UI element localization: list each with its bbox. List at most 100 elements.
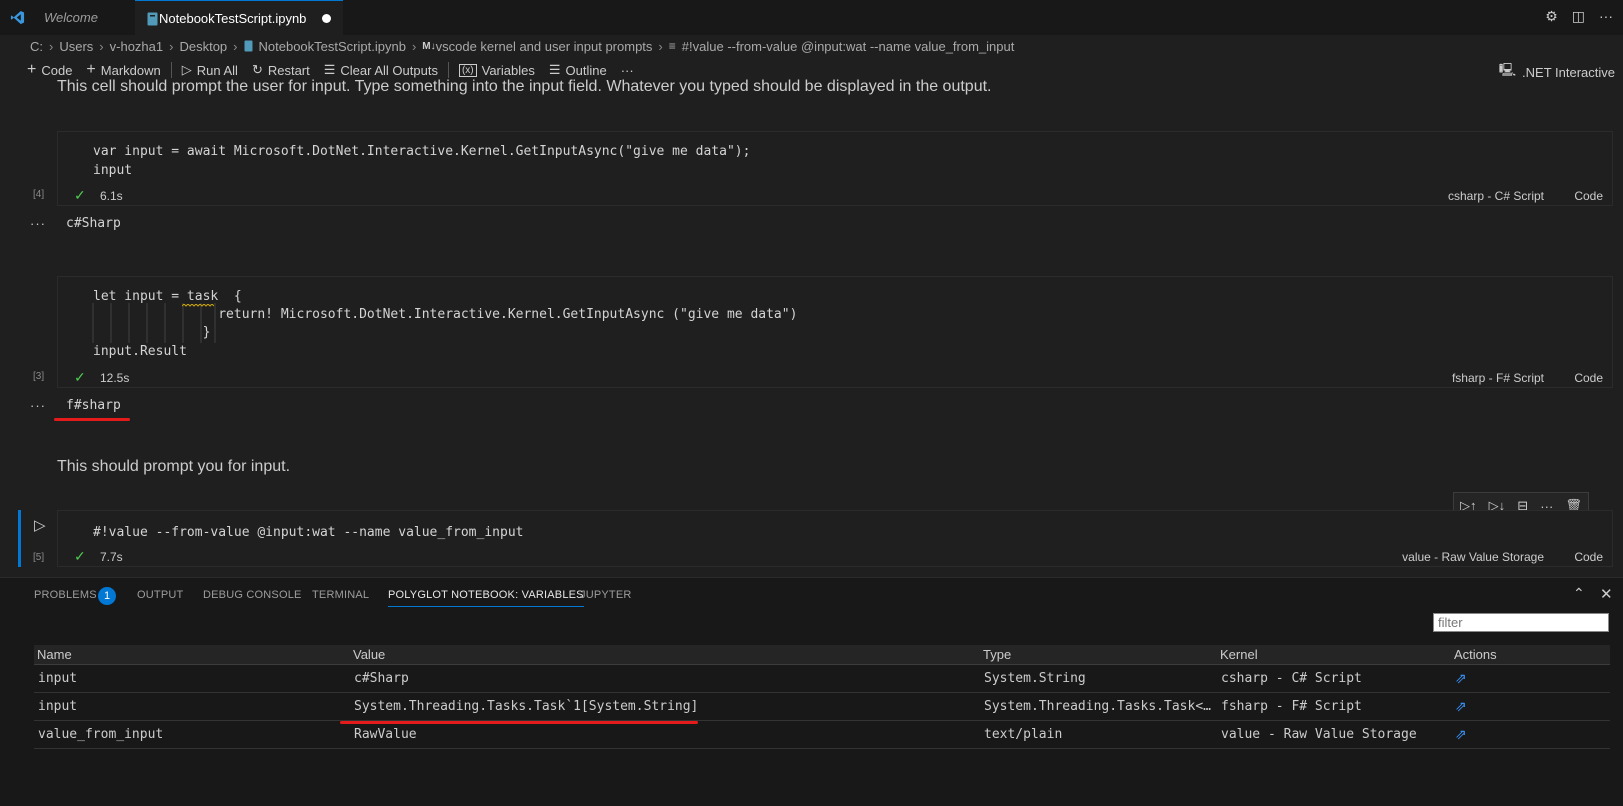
filter-input[interactable] (1433, 613, 1609, 632)
column-header-value[interactable]: Value (350, 645, 980, 665)
code-line[interactable]: input (93, 163, 132, 178)
kernel-picker[interactable]: 🖳 .NET Interactive (1499, 61, 1615, 83)
breadcrumb-item[interactable]: Users (59, 39, 93, 54)
column-header-name[interactable]: Name (34, 645, 350, 665)
run-all-label: Run All (196, 62, 238, 78)
code-cell-csharp[interactable]: var input = await Microsoft.DotNet.Inter… (57, 131, 1613, 206)
tab-jupyter[interactable]: JUPYTER (580, 589, 632, 601)
success-check-icon: ✓ (74, 187, 86, 203)
plus-icon: + (27, 61, 37, 78)
warning-squiggle (182, 304, 214, 307)
tab-output[interactable]: OUTPUT (137, 589, 183, 601)
variable-type: System.String (980, 664, 1217, 693)
plus-icon: + (86, 61, 96, 78)
execution-time: 7.7s (100, 550, 123, 564)
variable-name: value_from_input (34, 720, 350, 749)
code-cell-fsharp[interactable]: let input = task { return! Microsoft.Dot… (57, 276, 1613, 388)
variable-kernel: csharp - C# Script (1217, 664, 1451, 693)
success-check-icon: ✓ (74, 369, 86, 385)
clear-outputs-label: Clear All Outputs (340, 62, 438, 78)
breadcrumb-item[interactable]: C: (30, 39, 43, 54)
more-actions-icon[interactable]: ··· (1599, 8, 1613, 25)
tab-problems[interactable]: PROBLEMS (34, 589, 97, 601)
share-value-icon[interactable]: ⇗ (1455, 698, 1467, 714)
split-editor-icon[interactable]: ◫ (1572, 8, 1585, 25)
variable-type: System.Threading.Tasks.Task<... (980, 692, 1217, 721)
share-value-icon[interactable]: ⇗ (1455, 726, 1467, 742)
add-code-label: Code (41, 62, 73, 78)
tab-notebook[interactable]: NotebookTestScript.ipynb (135, 0, 343, 35)
maximize-panel-icon[interactable]: ⌃ (1573, 585, 1585, 602)
settings-gear-icon[interactable]: ⚙ (1545, 8, 1558, 25)
indent-guides (92, 303, 216, 343)
vscode-logo-icon (10, 10, 25, 25)
cell-type-label[interactable]: Code (1574, 371, 1603, 385)
markdown-icon: M↓ (422, 40, 436, 52)
column-header-kernel[interactable]: Kernel (1217, 645, 1451, 665)
tab-debug-console[interactable]: DEBUG CONSOLE (203, 589, 302, 601)
editor-actions: ⚙ ◫ ··· (1545, 8, 1613, 25)
editor-tab-bar: Welcome NotebookTestScript.ipynb ⚙ ◫ ··· (0, 0, 1623, 35)
variables-label: Variables (481, 62, 535, 78)
code-cell-value[interactable]: #!value --from-value @input:wat --name v… (57, 510, 1613, 567)
output-more-icon[interactable]: ··· (30, 398, 46, 413)
add-code-cell-button[interactable]: + Code (20, 61, 79, 79)
code-line[interactable]: #!value --from-value @input:wat --name v… (93, 525, 523, 540)
table-row: input c#Sharp System.String csharp - C# … (34, 664, 1610, 693)
add-markdown-cell-button[interactable]: + Markdown (79, 61, 167, 79)
tab-welcome[interactable]: Welcome (0, 0, 134, 35)
run-all-icon: ▷ (181, 62, 192, 77)
table-row: input System.Threading.Tasks.Task`1[Syst… (34, 692, 1610, 721)
notebook-file-icon (244, 40, 253, 52)
breadcrumb-item[interactable]: vscode kernel and user input prompts (436, 39, 653, 54)
run-all-button[interactable]: ▷ Run All (175, 62, 245, 78)
breadcrumb-item[interactable]: Desktop (179, 39, 227, 54)
bottom-panel: PROBLEMS 1 OUTPUT DEBUG CONSOLE TERMINAL… (0, 577, 1623, 806)
table-header-row: Name Value Type Kernel Actions (34, 645, 1610, 665)
code-line[interactable]: input.Result (93, 344, 187, 359)
unsaved-dot-icon[interactable] (322, 14, 331, 23)
run-cell-icon[interactable]: ▷ (34, 516, 46, 534)
cell-output: f#sharp (66, 398, 121, 413)
breadcrumb-item[interactable]: NotebookTestScript.ipynb (259, 39, 406, 54)
share-value-icon[interactable]: ⇗ (1455, 670, 1467, 686)
column-header-type[interactable]: Type (980, 645, 1217, 665)
tab-terminal[interactable]: TERMINAL (312, 589, 369, 601)
variable-value: System.Threading.Tasks.Task`1[System.Str… (350, 692, 980, 721)
markdown-cell-text: This should prompt you for input. (57, 458, 291, 475)
close-panel-icon[interactable]: ✕ (1600, 585, 1613, 603)
execution-time: 12.5s (100, 371, 130, 385)
focus-indicator (18, 510, 21, 567)
chevron-right-icon: › (658, 38, 663, 54)
cell-type-label[interactable]: Code (1574, 550, 1603, 564)
cell-language-picker[interactable]: value - Raw Value Storage (1402, 550, 1544, 564)
cell-language-picker[interactable]: fsharp - F# Script (1452, 371, 1544, 385)
execution-count: [5] (33, 552, 45, 563)
outline-icon: ☰ (548, 62, 561, 77)
code-line[interactable]: var input = await Microsoft.DotNet.Inter… (93, 144, 750, 159)
outline-button[interactable]: ☰ Outline (542, 62, 614, 78)
cell-output: c#Sharp (66, 216, 121, 231)
variable-kernel: fsharp - F# Script (1217, 692, 1451, 721)
table-row: value_from_input RawValue text/plain val… (34, 720, 1610, 749)
chevron-right-icon: › (49, 38, 54, 54)
breadcrumb-item[interactable]: #!value --from-value @input:wat --name v… (682, 39, 1015, 54)
chevron-right-icon: › (169, 38, 174, 54)
clear-outputs-button[interactable]: ☰ Clear All Outputs (317, 62, 445, 78)
execution-count: [3] (33, 371, 45, 382)
toolbar-more-button[interactable]: ··· (614, 63, 641, 78)
code-lines-icon: ≡ (668, 39, 676, 53)
toolbar-divider (170, 62, 172, 78)
breadcrumb-item[interactable]: v-hozha1 (110, 39, 163, 54)
variables-button[interactable]: (x) Variables (452, 63, 542, 78)
cell-type-label[interactable]: Code (1574, 189, 1603, 203)
column-header-actions: Actions (1451, 645, 1610, 665)
cell-language-picker[interactable]: csharp - C# Script (1448, 189, 1544, 203)
code-line[interactable]: let input = task { (93, 289, 242, 304)
restart-button[interactable]: ↻ Restart (245, 62, 317, 78)
tab-polyglot-variables[interactable]: POLYGLOT NOTEBOOK: VARIABLES (388, 589, 584, 607)
execution-time: 6.1s (100, 189, 123, 203)
tab-welcome-label: Welcome (44, 10, 98, 25)
output-more-icon[interactable]: ··· (30, 216, 46, 231)
execution-count: [4] (33, 189, 45, 200)
